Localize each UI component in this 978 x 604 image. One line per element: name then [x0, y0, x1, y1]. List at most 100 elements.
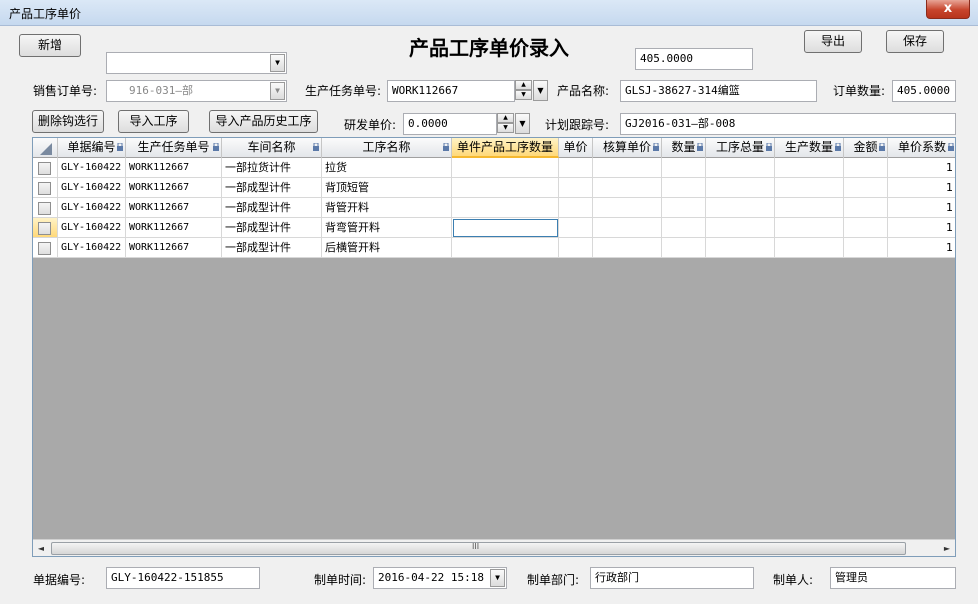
table-row[interactable]: GLY-160422 WORK112667 一部成型计件 后横管开料 1: [33, 238, 955, 258]
cell-task-no[interactable]: WORK112667: [126, 238, 222, 258]
cell-production-qty[interactable]: [775, 178, 844, 198]
row-checkbox-cell[interactable]: [33, 198, 58, 218]
delete-checked-rows-button[interactable]: 删除钩选行: [32, 110, 104, 133]
created-time-field[interactable]: 2016-04-22 15:18 ▼: [373, 567, 507, 589]
cell-process-total[interactable]: [706, 218, 775, 238]
cell-calc-price[interactable]: [593, 218, 662, 238]
import-history-button[interactable]: 导入产品历史工序: [209, 110, 318, 133]
col-header-process[interactable]: 工序名称: [322, 138, 452, 158]
plan-track-field[interactable]: GJ2016-031—部-008: [620, 113, 956, 135]
cell-process-total[interactable]: [706, 238, 775, 258]
rd-price-spinner[interactable]: ▲ ▼: [497, 113, 514, 134]
rd-price-field[interactable]: 0.0000: [403, 113, 497, 135]
footer-doc-no-field[interactable]: GLY-160422-151855: [106, 567, 260, 589]
cell-process[interactable]: 拉货: [322, 158, 452, 178]
cell-qty[interactable]: [662, 158, 706, 178]
cell-amount[interactable]: [844, 158, 888, 178]
row-checkbox[interactable]: [38, 202, 51, 215]
scroll-right-arrow-icon[interactable]: ►: [939, 540, 955, 556]
col-header-process-total[interactable]: 工序总量: [706, 138, 775, 158]
creator-field[interactable]: 管理员: [830, 567, 956, 589]
cell-qty[interactable]: [662, 238, 706, 258]
col-header-doc-no[interactable]: 单据编号: [58, 138, 126, 158]
cell-production-qty[interactable]: [775, 198, 844, 218]
row-checkbox[interactable]: [38, 182, 51, 195]
col-header-workshop[interactable]: 车间名称: [222, 138, 322, 158]
row-checkbox[interactable]: [38, 242, 51, 255]
col-header-price-coef[interactable]: 单价系数: [888, 138, 955, 158]
chevron-down-icon[interactable]: ▼: [533, 80, 548, 101]
col-header-unit-process-qty[interactable]: 单件产品工序数量: [452, 138, 559, 158]
cell-unit-price[interactable]: [559, 238, 593, 258]
cell-qty[interactable]: [662, 198, 706, 218]
cell-qty[interactable]: [662, 178, 706, 198]
cell-workshop[interactable]: 一部成型计件: [222, 178, 322, 198]
cell-unit-price[interactable]: [559, 218, 593, 238]
cell-price-coef[interactable]: 1: [888, 178, 955, 198]
horizontal-scrollbar[interactable]: ◄ III ►: [33, 539, 955, 556]
col-header-production-qty[interactable]: 生产数量: [775, 138, 844, 158]
cell-calc-price[interactable]: [593, 158, 662, 178]
cell-unit-price[interactable]: [559, 178, 593, 198]
table-row[interactable]: GLY-160422 WORK112667 一部成型计件 背顶短管 1: [33, 178, 955, 198]
col-header-task-no[interactable]: 生产任务单号: [126, 138, 222, 158]
cell-amount[interactable]: [844, 198, 888, 218]
product-name-field[interactable]: GLSJ-38627-314编篮: [620, 80, 817, 102]
cell-process-total[interactable]: [706, 198, 775, 218]
cell-task-no[interactable]: WORK112667: [126, 198, 222, 218]
cell-unit-price[interactable]: [559, 158, 593, 178]
cell-amount[interactable]: [844, 218, 888, 238]
cell-unit-process-qty[interactable]: [452, 178, 559, 198]
cell-doc-no[interactable]: GLY-160422: [58, 238, 126, 258]
table-row[interactable]: GLY-160422 WORK112667 一部成型计件 背管开料 1: [33, 198, 955, 218]
row-checkbox[interactable]: [38, 162, 51, 175]
add-button[interactable]: 新增: [19, 34, 81, 57]
table-row-current[interactable]: GLY-160422 WORK112667 一部成型计件 背弯管开料 1: [33, 218, 955, 238]
row-checkbox-cell[interactable]: [33, 158, 58, 178]
task-no-spinner[interactable]: ▲ ▼: [515, 80, 532, 101]
chevron-down-icon[interactable]: ▼: [515, 113, 530, 134]
cell-doc-no[interactable]: GLY-160422: [58, 218, 126, 238]
scroll-left-arrow-icon[interactable]: ◄: [33, 540, 49, 556]
chevron-down-icon[interactable]: ▼: [490, 569, 505, 587]
cell-process[interactable]: 后横管开料: [322, 238, 452, 258]
cell-process-total[interactable]: [706, 158, 775, 178]
cell-task-no[interactable]: WORK112667: [126, 158, 222, 178]
cell-process[interactable]: 背顶短管: [322, 178, 452, 198]
top-value-field[interactable]: 405.0000: [635, 48, 753, 70]
cell-workshop[interactable]: 一部成型计件: [222, 218, 322, 238]
row-checkbox-cell[interactable]: [33, 218, 58, 238]
cell-production-qty[interactable]: [775, 238, 844, 258]
row-checkbox-cell[interactable]: [33, 178, 58, 198]
cell-price-coef[interactable]: 1: [888, 198, 955, 218]
cell-amount[interactable]: [844, 178, 888, 198]
cell-price-coef[interactable]: 1: [888, 158, 955, 178]
cell-unit-process-qty[interactable]: [452, 198, 559, 218]
process-grid[interactable]: 单据编号 生产任务单号 车间名称 工序名称 单件产品工序数量 单价 核算单价 数…: [32, 137, 956, 557]
row-checkbox-cell[interactable]: [33, 238, 58, 258]
cell-calc-price[interactable]: [593, 198, 662, 218]
cell-price-coef[interactable]: 1: [888, 218, 955, 238]
cell-workshop[interactable]: 一部拉货计件: [222, 158, 322, 178]
cell-doc-no[interactable]: GLY-160422: [58, 198, 126, 218]
customer-select[interactable]: ▼: [106, 52, 287, 74]
row-checkbox[interactable]: [38, 222, 51, 235]
cell-qty[interactable]: [662, 218, 706, 238]
cell-production-qty[interactable]: [775, 158, 844, 178]
chevron-down-icon[interactable]: ▼: [270, 82, 285, 100]
import-process-button[interactable]: 导入工序: [118, 110, 189, 133]
cell-production-qty[interactable]: [775, 218, 844, 238]
cell-unit-process-qty-editing[interactable]: [452, 218, 559, 238]
cell-workshop[interactable]: 一部成型计件: [222, 198, 322, 218]
dept-field[interactable]: 行政部门: [590, 567, 754, 589]
select-all-corner[interactable]: [33, 138, 58, 158]
cell-unit-process-qty[interactable]: [452, 238, 559, 258]
cell-calc-price[interactable]: [593, 238, 662, 258]
col-header-calc-price[interactable]: 核算单价: [593, 138, 662, 158]
chevron-down-icon[interactable]: ▼: [270, 54, 285, 72]
task-no-field[interactable]: WORK112667: [387, 80, 515, 102]
cell-unit-price[interactable]: [559, 198, 593, 218]
cell-doc-no[interactable]: GLY-160422: [58, 178, 126, 198]
sales-order-select[interactable]: 916-031—部 ▼: [106, 80, 287, 102]
cell-task-no[interactable]: WORK112667: [126, 178, 222, 198]
